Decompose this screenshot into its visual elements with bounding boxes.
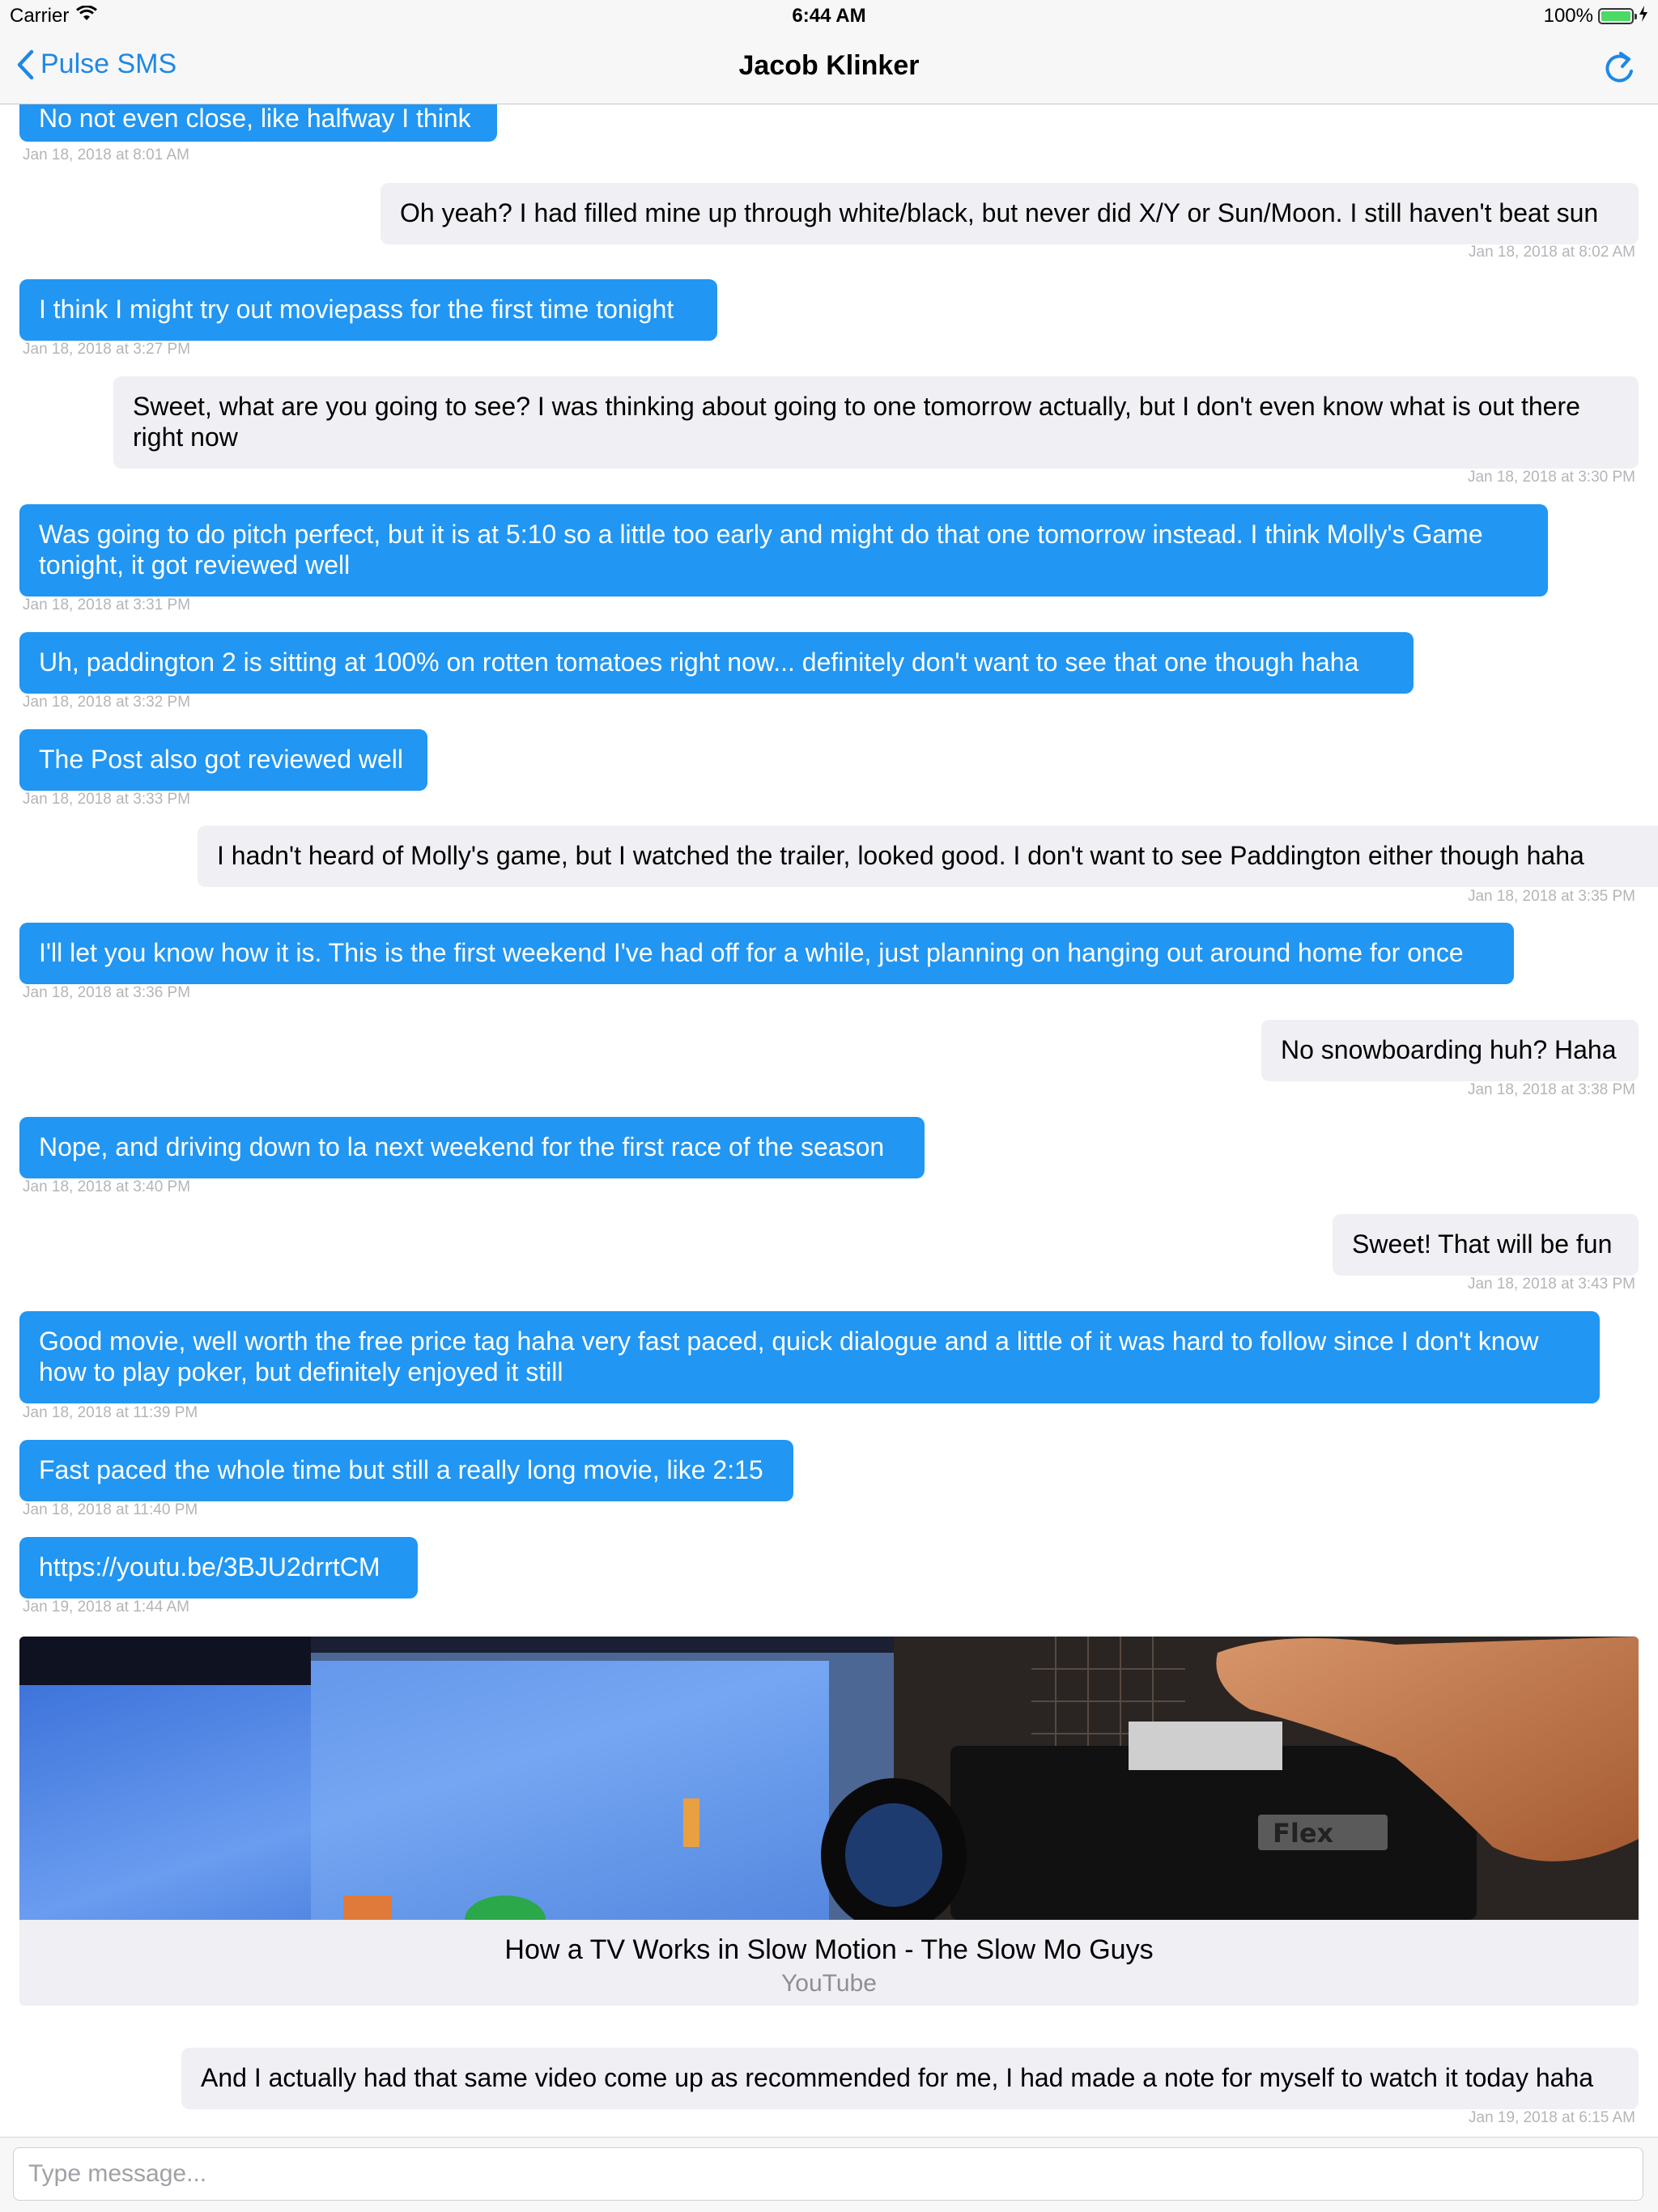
message-bubble-incoming[interactable]: Good movie, well worth the free price ta…: [19, 1311, 1600, 1403]
camera-brand-text: Flex: [1273, 1818, 1334, 1849]
message-bubble-incoming[interactable]: Nope, and driving down to la next weeken…: [19, 1117, 925, 1178]
message-timestamp: Jan 18, 2018 at 3:30 PM: [1467, 469, 1635, 486]
message-timestamp: Jan 18, 2018 at 11:40 PM: [23, 1501, 198, 1518]
message-bubble-outgoing[interactable]: No snowboarding huh? Haha: [1261, 1020, 1639, 1081]
message-list[interactable]: No not even close, like halfway I think …: [0, 104, 1658, 2136]
message-bubble-incoming[interactable]: I'll let you know how it is. This is the…: [19, 923, 1514, 984]
conversation-title: Jacob Klinker: [738, 50, 920, 81]
message-timestamp: Jan 18, 2018 at 3:33 PM: [23, 791, 191, 808]
message-bubble-incoming[interactable]: Uh, paddington 2 is sitting at 100% on r…: [19, 632, 1414, 694]
message-timestamp: Jan 18, 2018 at 3:32 PM: [23, 694, 191, 711]
message-bubble-outgoing[interactable]: Sweet! That will be fun: [1333, 1214, 1639, 1276]
message-bubble-incoming[interactable]: Fast paced the whole time but still a re…: [19, 1440, 793, 1501]
video-thumbnail[interactable]: Flex: [19, 1637, 1639, 1920]
message-timestamp: Jan 18, 2018 at 8:01 AM: [23, 146, 189, 163]
link-preview-card[interactable]: Flex How a TV Works in Slow Motion - The…: [19, 1637, 1639, 2006]
battery-percent: 100%: [1543, 5, 1593, 27]
link-preview-title: How a TV Works in Slow Motion - The Slow…: [504, 1934, 1154, 1965]
message-timestamp: Jan 19, 2018 at 6:15 AM: [1469, 2109, 1635, 2126]
refresh-icon: [1605, 52, 1633, 83]
message-timestamp: Jan 18, 2018 at 3:31 PM: [23, 597, 191, 614]
message-bubble-incoming[interactable]: I think I might try out moviepass for th…: [19, 279, 717, 341]
message-timestamp: Jan 18, 2018 at 3:38 PM: [1467, 1081, 1635, 1098]
status-time: 6:44 AM: [792, 5, 866, 27]
message-composer: [0, 2137, 1658, 2212]
status-right: 100%: [1544, 5, 1648, 28]
message-bubble-incoming[interactable]: https://youtu.be/3BJU2drrtCM: [19, 1537, 418, 1598]
message-timestamp: Jan 19, 2018 at 1:44 AM: [23, 1598, 189, 1615]
message-bubble-incoming[interactable]: No not even close, like halfway I think: [19, 104, 497, 142]
status-bar: Carrier 6:44 AM 100%: [0, 0, 1658, 32]
message-bubble-outgoing[interactable]: Sweet, what are you going to see? I was …: [113, 376, 1639, 469]
message-timestamp: Jan 18, 2018 at 3:35 PM: [1467, 888, 1635, 905]
battery-icon: [1598, 8, 1637, 24]
message-timestamp: Jan 18, 2018 at 3:27 PM: [23, 341, 191, 358]
message-timestamp: Jan 18, 2018 at 8:02 AM: [1469, 244, 1635, 261]
message-timestamp: Jan 18, 2018 at 3:43 PM: [1467, 1276, 1635, 1293]
message-bubble-outgoing[interactable]: I hadn't heard of Molly's game, but I wa…: [198, 826, 1658, 887]
navigation-bar: Pulse SMS Jacob Klinker: [0, 32, 1658, 104]
message-bubble-outgoing[interactable]: Oh yeah? I had filled mine up through wh…: [380, 183, 1639, 244]
message-timestamp: Jan 18, 2018 at 11:39 PM: [23, 1404, 198, 1421]
message-timestamp: Jan 18, 2018 at 3:36 PM: [23, 984, 191, 1001]
link-preview-source: YouTube: [781, 1970, 877, 1997]
message-bubble-outgoing[interactable]: And I actually had that same video come …: [181, 2048, 1639, 2109]
message-input[interactable]: [13, 2147, 1643, 2201]
bolt-icon: [1639, 5, 1648, 28]
message-bubble-incoming[interactable]: The Post also got reviewed well: [19, 729, 427, 791]
message-bubble-incoming[interactable]: Was going to do pitch perfect, but it is…: [19, 504, 1548, 597]
message-timestamp: Jan 18, 2018 at 3:40 PM: [23, 1178, 191, 1195]
refresh-button[interactable]: [1601, 49, 1637, 90]
